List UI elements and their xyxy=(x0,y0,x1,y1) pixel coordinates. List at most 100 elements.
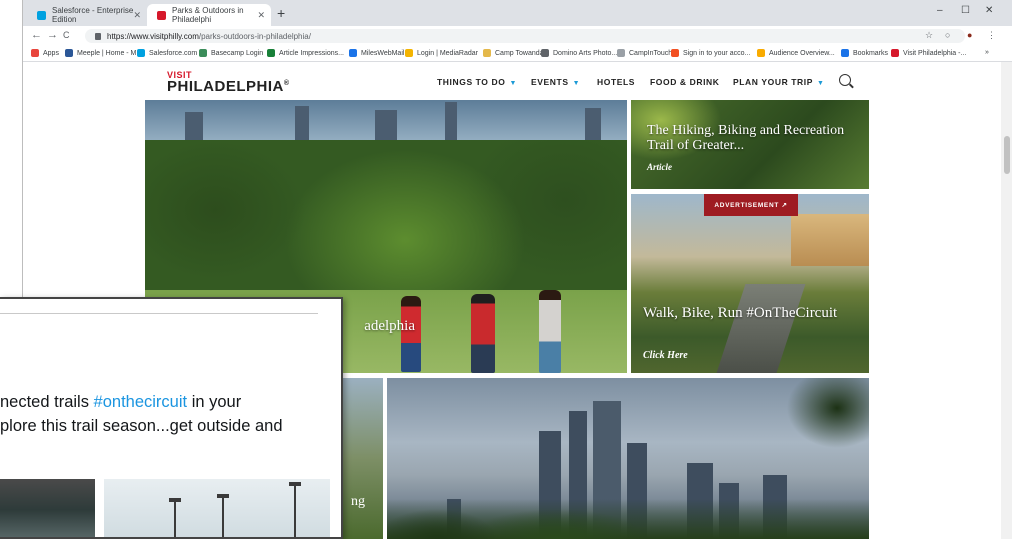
bookmark-label: Meeple | Home - M... xyxy=(77,49,143,57)
nav-label: FOOD & DRINK xyxy=(650,77,720,87)
person xyxy=(539,290,561,373)
bookmark-icon xyxy=(757,49,765,57)
bookmark-item[interactable]: CampInTouch xyxy=(617,49,672,57)
bookmark-label: Login | MediaRadar xyxy=(417,49,478,57)
building xyxy=(185,112,203,140)
lamp-post xyxy=(217,494,229,537)
nav-events[interactable]: EVENTS ▼ xyxy=(531,77,580,87)
building xyxy=(585,108,601,140)
bookmark-item[interactable]: Apps xyxy=(31,49,59,57)
bookmark-label: Salesforce.com xyxy=(149,49,198,57)
bookmark-icon xyxy=(541,49,549,57)
bookmark-item[interactable]: Basecamp Login xyxy=(199,49,263,57)
foreground-foliage xyxy=(387,499,869,539)
nav-label: HOTELS xyxy=(597,77,636,87)
bookmarks-bar: Apps Meeple | Home - M... Salesforce.com Ba… xyxy=(23,46,1012,62)
building xyxy=(445,102,457,140)
tweet-text-line-2: plore this trail season...get outside an… xyxy=(0,417,283,435)
tab-parks-outdoors[interactable]: Parks & Outdoors in Philadelphi ✕ xyxy=(147,4,271,26)
tweet-text: in your xyxy=(187,393,242,411)
building xyxy=(375,110,397,140)
maximize-button[interactable]: ☐ xyxy=(961,5,970,16)
bookmark-item[interactable]: Audience Overview... xyxy=(757,49,835,57)
bookmark-icon xyxy=(349,49,357,57)
person xyxy=(471,294,495,373)
bookmarks-more-button[interactable]: » xyxy=(985,49,989,56)
advertisement-badge[interactable]: ADVERTISEMENT ↗ xyxy=(704,194,798,216)
bookmark-icon xyxy=(671,49,679,57)
chevron-down-icon: ▼ xyxy=(572,80,581,87)
scrollbar-thumb[interactable] xyxy=(1004,136,1010,174)
museum-building xyxy=(791,214,869,266)
bookmark-item[interactable]: Login | MediaRadar xyxy=(405,49,478,57)
back-button[interactable]: ← xyxy=(31,29,42,41)
tweet-photo[interactable] xyxy=(104,479,330,537)
tweet-text-line-1: nected trails #onthecircuit in your xyxy=(0,393,241,412)
close-tab-icon[interactable]: ✕ xyxy=(257,10,265,21)
bookmark-item[interactable]: Bookmarks xyxy=(841,49,888,57)
chevron-down-icon: ▼ xyxy=(817,80,825,87)
hashtag-link[interactable]: #onthecircuit xyxy=(94,393,188,411)
new-tab-button[interactable]: + xyxy=(277,5,285,21)
tweet-text: nected trails xyxy=(0,393,94,411)
reload-button[interactable]: C xyxy=(63,30,70,40)
nav-food-drink[interactable]: FOOD & DRINK xyxy=(650,77,720,87)
click-here-link[interactable]: Click Here xyxy=(643,350,688,361)
close-window-button[interactable]: ✕ xyxy=(985,5,993,16)
registered-mark: ® xyxy=(283,80,290,87)
card-kind: Article xyxy=(647,162,672,172)
bookmark-label: Article Impressions... xyxy=(279,49,344,57)
bookmark-item[interactable]: Article Impressions... xyxy=(267,49,344,57)
bookmark-icon xyxy=(841,49,849,57)
nav-things-to-do[interactable]: THINGS TO DO ▼ xyxy=(437,77,517,87)
tweet-photo[interactable] xyxy=(0,479,95,537)
search-icon[interactable] xyxy=(839,74,851,86)
bookmark-item[interactable]: Sign in to your acco... xyxy=(671,49,750,57)
salesforce-icon xyxy=(37,10,46,20)
bookmark-icon xyxy=(31,49,39,57)
forward-button[interactable]: → xyxy=(47,29,58,41)
bookmark-item[interactable]: Camp Towanda xyxy=(483,49,544,57)
address-bar[interactable]: https://www.visitphilly.com /parks-outdo… xyxy=(85,29,965,43)
trail-article-card[interactable]: The Hiking, Biking and Recreation Trail … xyxy=(631,100,869,189)
bookmark-label: Audience Overview... xyxy=(769,49,835,57)
bookmark-item[interactable]: Visit Philadelphia -... xyxy=(891,49,966,57)
card-title: ng xyxy=(351,494,365,509)
extension-icon[interactable]: ○ xyxy=(945,30,950,40)
menu-icon[interactable]: ⋮ xyxy=(987,30,996,41)
star-icon[interactable]: ☆ xyxy=(925,30,933,41)
card-title: The Hiking, Biking and Recreation Trail … xyxy=(647,123,845,153)
bookmark-icon xyxy=(65,49,73,57)
browser-toolbar: ← → C https://www.visitphilly.com /parks… xyxy=(23,26,1012,46)
nav-hotels[interactable]: HOTELS xyxy=(597,77,635,87)
tab-strip: Salesforce - Enterprise Edition ✕ Parks … xyxy=(23,0,1012,26)
logo-name-text: PHILADELPHIA xyxy=(167,78,284,95)
bookmark-item[interactable]: Domino Arts Photo... xyxy=(541,49,617,57)
bookmark-item[interactable]: MilesWebMail xyxy=(349,49,404,57)
bookmark-icon xyxy=(891,49,899,57)
lamp-post xyxy=(289,482,301,537)
close-tab-icon[interactable]: ✕ xyxy=(133,10,141,21)
bookmark-icon xyxy=(405,49,413,57)
lamp-post xyxy=(169,498,181,537)
bookmark-icon xyxy=(199,49,207,57)
logo-philadelphia[interactable]: PHILADELPHIA® xyxy=(167,78,290,95)
vertical-scrollbar[interactable] xyxy=(1001,62,1012,539)
bookmark-item[interactable]: Salesforce.com xyxy=(137,49,197,57)
bookmark-label: Camp Towanda xyxy=(495,49,544,57)
building xyxy=(295,106,309,140)
nav-label: THINGS TO DO xyxy=(437,77,506,87)
tab-title: Parks & Outdoors in Philadelphi xyxy=(172,6,244,24)
visit-philly-icon xyxy=(157,10,166,20)
bookmark-item[interactable]: Meeple | Home - M... xyxy=(65,49,142,57)
minimize-button[interactable]: – xyxy=(937,5,943,16)
url-path: /parks-outdoors-in-philadelphia/ xyxy=(198,31,311,41)
url-host: https://www.visitphilly.com xyxy=(107,31,199,41)
tab-salesforce[interactable]: Salesforce - Enterprise Edition ✕ xyxy=(27,4,147,26)
nav-plan-your-trip[interactable]: PLAN YOUR TRIP ▼ xyxy=(733,77,825,87)
nav-label: PLAN YOUR TRIP xyxy=(733,77,814,87)
advertisement-card[interactable]: ADVERTISEMENT ↗ Walk, Bike, Run #OnTheCi… xyxy=(631,194,869,373)
skyline-card[interactable] xyxy=(387,378,869,539)
tweet-screenshot-overlay: nected trails #onthecircuit in your plor… xyxy=(0,297,343,539)
profile-avatar[interactable]: ● xyxy=(967,30,972,40)
